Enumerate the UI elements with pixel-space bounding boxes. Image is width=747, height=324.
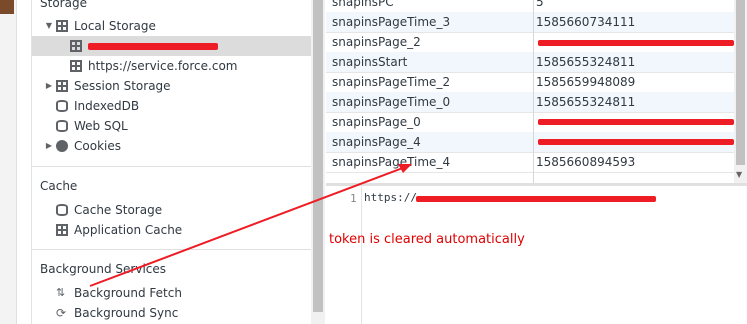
- arrow-line: [89, 165, 409, 287]
- annotation-arrow: [89, 164, 412, 287]
